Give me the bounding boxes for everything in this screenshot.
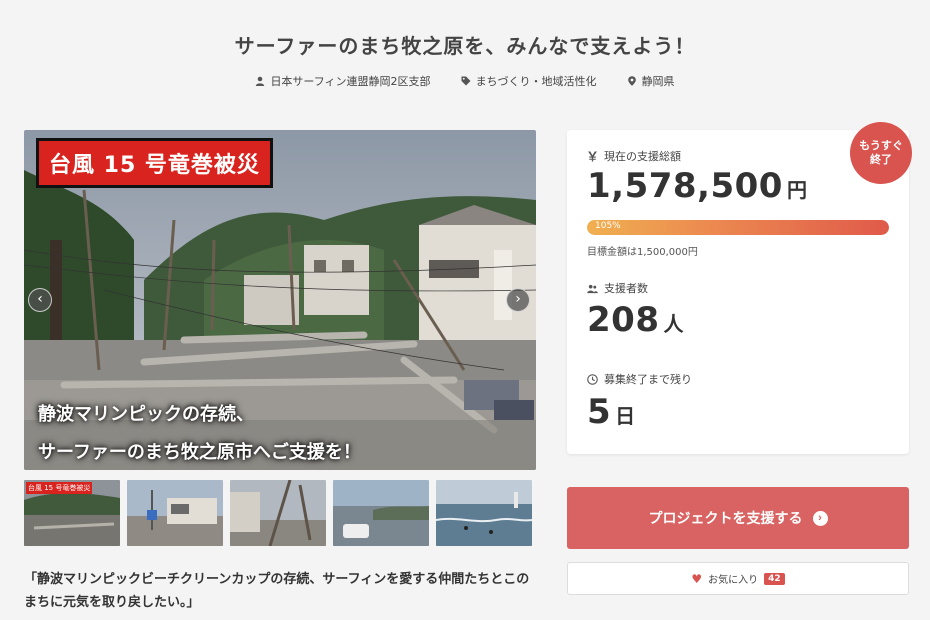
- meta-location[interactable]: 静岡県: [627, 73, 675, 89]
- thumbnail-label: 台風 15 号竜巻被災: [26, 482, 93, 494]
- category-name: まちづくり・地域活性化: [475, 75, 597, 88]
- hero-caption-line2: サーファーのまち牧之原市へご支援を！: [38, 442, 361, 463]
- supporters-count: 208 人: [587, 300, 684, 340]
- total-amount: 1,578,500 円: [587, 166, 807, 206]
- thumbnail-photo: [333, 480, 429, 546]
- remaining-label-text: 募集終了まで残り: [604, 373, 692, 386]
- users-icon: [587, 284, 598, 293]
- remaining-days-value: 5: [587, 392, 612, 432]
- project-meta: 日本サーフィン連盟静岡2区支部 まちづくり・地域活性化 静岡県: [0, 73, 930, 89]
- total-label: 現在の支援総額: [587, 148, 681, 164]
- project-title: サーファーのまち牧之原を、みんなで支えよう！: [234, 34, 696, 58]
- slider-prev-button[interactable]: ‹: [28, 288, 52, 312]
- thumbnail-4[interactable]: [333, 480, 429, 546]
- location-name: 静岡県: [641, 75, 675, 88]
- heart-icon: ♥: [691, 571, 703, 586]
- support-button-label: プロジェクトを支援する: [648, 510, 803, 526]
- total-label-text: 現在の支援総額: [604, 150, 681, 163]
- yen-icon: [588, 151, 597, 162]
- thumbnail-photo: [436, 480, 532, 546]
- supporters-label-text: 支援者数: [604, 282, 648, 295]
- remaining-label: 募集終了まで残り: [587, 371, 692, 387]
- clock-icon: [587, 373, 598, 385]
- thumbnail-3[interactable]: [230, 480, 326, 546]
- chevron-left-icon: ‹: [37, 291, 43, 307]
- goal-amount: 目標金額は1,500,000円: [587, 247, 698, 258]
- ending-soon-line1: もうすぐ: [859, 139, 903, 152]
- favorite-label: お気に入り: [708, 575, 759, 586]
- remaining-days-unit: 日: [615, 404, 636, 428]
- map-pin-icon: [627, 76, 636, 86]
- total-amount-value: 1,578,500: [587, 166, 783, 206]
- thumbnail-photo: [127, 480, 223, 546]
- chevron-right-icon: ›: [515, 291, 521, 307]
- progress-fill: [587, 220, 889, 235]
- supporters-count-value: 208: [587, 300, 660, 340]
- favorite-count: 42: [764, 572, 785, 585]
- slider-next-button[interactable]: ›: [506, 288, 530, 312]
- support-project-button[interactable]: プロジェクトを支援する ›: [567, 487, 909, 549]
- thumbnail-strip: 台風 15 号竜巻被災: [24, 480, 536, 546]
- owner-name: 日本サーフィン連盟静岡2区支部: [270, 75, 431, 88]
- user-icon: [256, 76, 265, 86]
- favorite-button[interactable]: ♥ お気に入り 42: [567, 562, 909, 595]
- hero-image-slider[interactable]: 台風 15 号竜巻被災 静波マリンピックの存続、 サーファーのまち牧之原市へご支…: [24, 130, 536, 470]
- thumbnail-2[interactable]: [127, 480, 223, 546]
- ending-soon-badge: もうすぐ 終了: [850, 122, 912, 184]
- progress-text: 105%: [595, 221, 621, 231]
- progress-bar: 105%: [587, 220, 889, 235]
- tag-icon: [461, 76, 471, 86]
- meta-category[interactable]: まちづくり・地域活性化: [461, 73, 597, 89]
- hero-caption-line1: 静波マリンピックの存続、: [38, 404, 254, 425]
- disaster-badge: 台風 15 号竜巻被災: [36, 138, 273, 188]
- project-quote: 「静波マリンピックビーチクリーンカップの存続、サーフィンを愛する仲間たちとこのま…: [24, 572, 530, 610]
- supporters-label: 支援者数: [587, 280, 648, 296]
- thumbnail-5[interactable]: [436, 480, 532, 546]
- total-amount-unit: 円: [786, 178, 808, 202]
- ending-soon-line2: 終了: [870, 153, 892, 166]
- arrow-right-circle-icon: ›: [812, 510, 828, 526]
- funding-stats-card: 現在の支援総額 1,578,500 円 105% 目標金額は1,500,000円 …: [567, 130, 909, 454]
- thumbnail-photo: [230, 480, 326, 546]
- supporters-count-unit: 人: [663, 312, 684, 336]
- thumbnail-1[interactable]: 台風 15 号竜巻被災: [24, 480, 120, 546]
- meta-owner[interactable]: 日本サーフィン連盟静岡2区支部: [255, 73, 431, 89]
- remaining-days: 5日: [587, 392, 636, 432]
